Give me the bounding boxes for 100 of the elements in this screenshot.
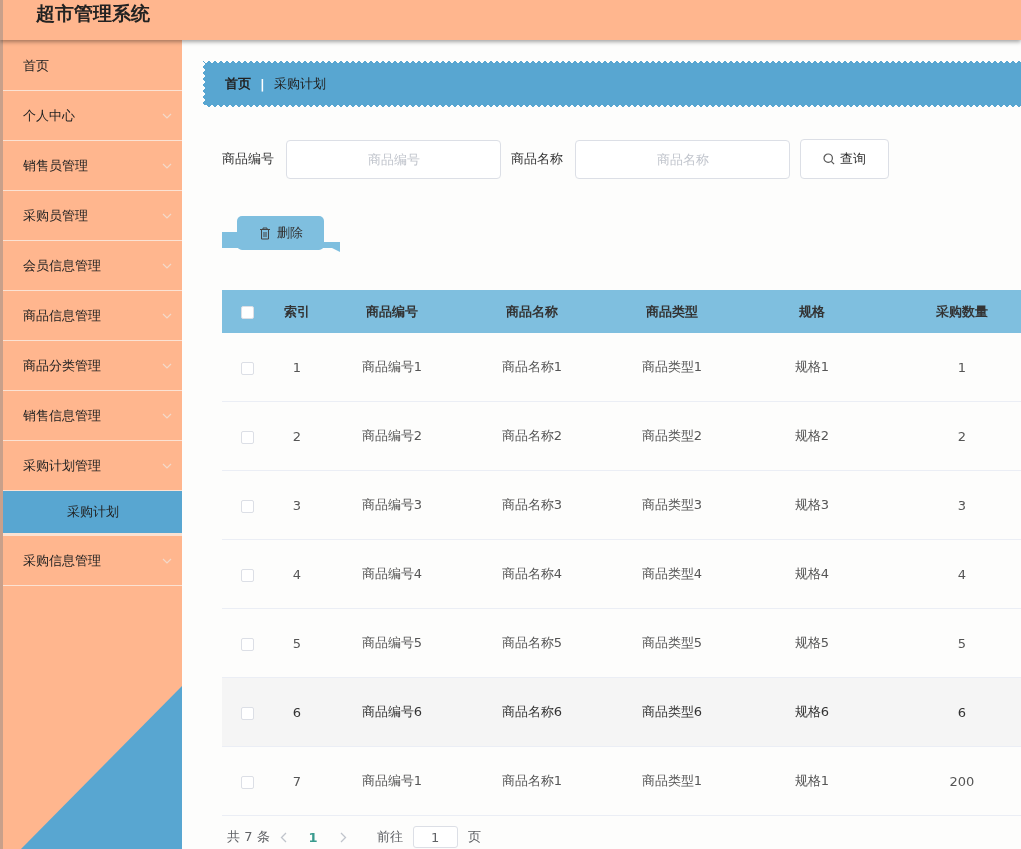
menu-label: 销售员管理 [23, 156, 88, 175]
chevron-icon [162, 262, 172, 269]
table-cell: 规格4 [794, 566, 830, 581]
table-cell: 商品名称5 [501, 635, 563, 650]
table-cell: 规格5 [794, 635, 830, 650]
table-cell: 4 [957, 566, 967, 582]
prev-page-icon[interactable] [279, 831, 287, 843]
table-cell: 商品名称3 [501, 497, 563, 512]
table-cell: 商品编号1 [361, 773, 423, 788]
sidebar-item[interactable]: 首页 [3, 40, 182, 91]
table-cell: 商品编号2 [361, 428, 423, 443]
table-cell: 商品编号3 [361, 497, 423, 512]
menu-label: 商品分类管理 [23, 356, 101, 375]
chevron-icon [162, 112, 172, 119]
row-checkbox[interactable] [240, 499, 254, 513]
table-cell: 规格1 [794, 773, 830, 788]
next-page-icon[interactable] [339, 831, 347, 843]
menu-label: 会员信息管理 [23, 256, 101, 275]
table-cell: 商品名称2 [501, 428, 563, 443]
select-all-checkbox[interactable] [240, 306, 254, 319]
table-cell: 商品编号5 [361, 635, 423, 650]
app-title: 超市管理系统 [35, 1, 150, 26]
menu-label: 采购计划管理 [23, 456, 101, 475]
delete-button[interactable]: 删除 [237, 216, 324, 250]
sidebar-item[interactable]: 销售员管理 [3, 141, 182, 191]
table-cell: 商品类型3 [641, 497, 703, 512]
table-cell: 规格6 [794, 704, 830, 719]
sidebar-item[interactable]: 销售信息管理 [3, 391, 182, 441]
chevron-icon [162, 162, 172, 169]
table-cell: 商品类型2 [641, 428, 703, 443]
table-cell: 商品编号6 [361, 704, 423, 719]
breadcrumb-separator: | [260, 76, 265, 92]
table-cell: 商品名称6 [501, 704, 563, 719]
breadcrumb-link[interactable]: 采购计划 [273, 75, 326, 93]
table-cell: 规格3 [794, 497, 830, 512]
chevron-icon [162, 312, 172, 319]
sidebar-item[interactable]: 采购信息管理 [3, 536, 182, 586]
table-cell: 商品编号1 [361, 359, 423, 374]
menu-label: 采购信息管理 [23, 551, 101, 570]
table-cell: 1 [957, 359, 967, 375]
table-cell: 200 [949, 773, 975, 789]
table-cell: 2 [957, 428, 967, 444]
page-input[interactable]: 1 [412, 826, 458, 848]
row-checkbox[interactable] [240, 706, 254, 720]
column-header[interactable]: 商品编号 [366, 303, 418, 319]
field-label: 商品名称 [511, 150, 563, 168]
search-field[interactable]: 商品名称 [575, 139, 790, 179]
chevron-icon [162, 212, 172, 219]
chevron-icon [162, 412, 172, 419]
table-cell: 7 [292, 773, 302, 789]
table-cell: 3 [957, 497, 967, 513]
trash-icon [258, 226, 271, 240]
chevron-icon [162, 557, 172, 564]
table-cell: 商品类型6 [641, 704, 703, 719]
table-cell: 商品类型1 [641, 773, 703, 788]
sidebar-item[interactable]: 商品分类管理 [3, 341, 182, 391]
search-field[interactable]: 商品编号 [286, 139, 501, 179]
table-cell: 商品类型4 [641, 566, 703, 581]
field-label: 商品编号 [222, 150, 274, 168]
table-cell: 规格1 [794, 359, 830, 374]
row-checkbox[interactable] [240, 361, 254, 375]
column-header[interactable]: 索引 [284, 303, 310, 319]
table-cell: 商品编号4 [361, 566, 423, 581]
row-checkbox[interactable] [240, 775, 254, 789]
menu-label: 首页 [23, 57, 49, 75]
table-cell: 商品类型5 [641, 635, 703, 650]
column-header[interactable]: 商品类型 [646, 303, 698, 319]
row-checkbox[interactable] [240, 568, 254, 582]
sidebar-item[interactable]: 商品信息管理 [3, 291, 182, 341]
sidebar-item[interactable]: 采购员管理 [3, 191, 182, 241]
table-cell: 5 [292, 635, 302, 651]
table-cell: 商品名称1 [501, 359, 563, 374]
table-cell: 3 [292, 497, 302, 513]
table-cell: 1 [292, 359, 302, 375]
total-count: 共 7 条 [227, 828, 270, 846]
menu-label: 商品信息管理 [23, 306, 101, 325]
breadcrumb-link[interactable]: 首页 [225, 75, 251, 93]
table-cell: 6 [957, 704, 967, 720]
menu-label: 采购员管理 [23, 206, 88, 225]
column-header[interactable]: 采购数量 [936, 303, 988, 319]
search-button[interactable]: 查询 [800, 139, 889, 179]
goto-label: 前往 [376, 828, 403, 846]
search-icon [823, 153, 835, 165]
submenu-item[interactable]: 采购计划 [3, 491, 182, 536]
chevron-icon [162, 362, 172, 369]
sidebar-item[interactable]: 会员信息管理 [3, 241, 182, 291]
menu-label: 销售信息管理 [23, 406, 101, 425]
table-cell: 2 [292, 428, 302, 444]
table-cell: 6 [292, 704, 302, 720]
row-checkbox[interactable] [240, 430, 254, 444]
column-header[interactable]: 商品名称 [506, 303, 558, 319]
table-cell: 商品名称1 [501, 773, 563, 788]
table-cell: 4 [292, 566, 302, 582]
table-cell: 5 [957, 635, 967, 651]
page-unit-label: 页 [467, 828, 481, 846]
table-cell: 规格2 [794, 428, 830, 443]
row-checkbox[interactable] [240, 637, 254, 651]
table-cell: 商品类型1 [641, 359, 703, 374]
sidebar-item[interactable]: 个人中心 [3, 91, 182, 141]
column-header[interactable]: 规格 [799, 303, 825, 319]
